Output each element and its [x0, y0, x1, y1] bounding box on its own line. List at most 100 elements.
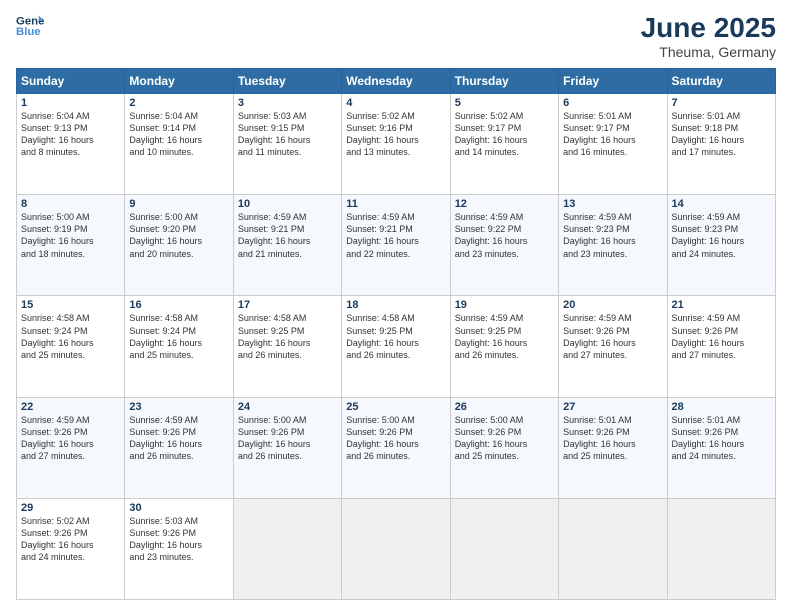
day-number: 8 — [21, 198, 120, 210]
table-row: 28Sunrise: 5:01 AM Sunset: 9:26 PM Dayli… — [667, 397, 775, 498]
table-row: 23Sunrise: 4:59 AM Sunset: 9:26 PM Dayli… — [125, 397, 233, 498]
table-row: 5Sunrise: 5:02 AM Sunset: 9:17 PM Daylig… — [450, 94, 558, 195]
day-number: 23 — [129, 401, 228, 413]
day-info: Sunrise: 4:59 AM Sunset: 9:26 PM Dayligh… — [129, 414, 228, 463]
table-row — [342, 498, 450, 599]
day-number: 1 — [21, 97, 120, 109]
table-row: 13Sunrise: 4:59 AM Sunset: 9:23 PM Dayli… — [559, 195, 667, 296]
table-row: 29Sunrise: 5:02 AM Sunset: 9:26 PM Dayli… — [17, 498, 125, 599]
table-row: 10Sunrise: 4:59 AM Sunset: 9:21 PM Dayli… — [233, 195, 341, 296]
day-info: Sunrise: 5:00 AM Sunset: 9:19 PM Dayligh… — [21, 211, 120, 260]
page: General Blue June 2025 Theuma, Germany S… — [0, 0, 792, 612]
title-block: June 2025 Theuma, Germany — [641, 12, 776, 60]
day-info: Sunrise: 5:02 AM Sunset: 9:17 PM Dayligh… — [455, 110, 554, 159]
logo: General Blue — [16, 12, 44, 40]
day-number: 13 — [563, 198, 662, 210]
day-info: Sunrise: 4:59 AM Sunset: 9:21 PM Dayligh… — [346, 211, 445, 260]
header-thursday: Thursday — [450, 69, 558, 94]
table-row — [450, 498, 558, 599]
calendar-week-5: 29Sunrise: 5:02 AM Sunset: 9:26 PM Dayli… — [17, 498, 776, 599]
day-number: 20 — [563, 299, 662, 311]
day-number: 25 — [346, 401, 445, 413]
day-info: Sunrise: 5:00 AM Sunset: 9:26 PM Dayligh… — [238, 414, 337, 463]
day-number: 30 — [129, 502, 228, 514]
day-number: 14 — [672, 198, 771, 210]
day-info: Sunrise: 4:58 AM Sunset: 9:25 PM Dayligh… — [346, 312, 445, 361]
table-row: 1Sunrise: 5:04 AM Sunset: 9:13 PM Daylig… — [17, 94, 125, 195]
header-saturday: Saturday — [667, 69, 775, 94]
day-number: 2 — [129, 97, 228, 109]
day-number: 5 — [455, 97, 554, 109]
table-row: 3Sunrise: 5:03 AM Sunset: 9:15 PM Daylig… — [233, 94, 341, 195]
table-row: 27Sunrise: 5:01 AM Sunset: 9:26 PM Dayli… — [559, 397, 667, 498]
day-info: Sunrise: 5:01 AM Sunset: 9:17 PM Dayligh… — [563, 110, 662, 159]
day-number: 9 — [129, 198, 228, 210]
calendar-week-2: 8Sunrise: 5:00 AM Sunset: 9:19 PM Daylig… — [17, 195, 776, 296]
table-row — [667, 498, 775, 599]
logo-icon: General Blue — [16, 12, 44, 40]
day-info: Sunrise: 5:01 AM Sunset: 9:26 PM Dayligh… — [563, 414, 662, 463]
day-info: Sunrise: 4:59 AM Sunset: 9:26 PM Dayligh… — [672, 312, 771, 361]
table-row: 2Sunrise: 5:04 AM Sunset: 9:14 PM Daylig… — [125, 94, 233, 195]
day-info: Sunrise: 5:04 AM Sunset: 9:13 PM Dayligh… — [21, 110, 120, 159]
day-info: Sunrise: 5:03 AM Sunset: 9:26 PM Dayligh… — [129, 515, 228, 564]
day-number: 17 — [238, 299, 337, 311]
table-row: 9Sunrise: 5:00 AM Sunset: 9:20 PM Daylig… — [125, 195, 233, 296]
day-info: Sunrise: 4:59 AM Sunset: 9:23 PM Dayligh… — [563, 211, 662, 260]
month-title: June 2025 — [641, 12, 776, 44]
table-row — [233, 498, 341, 599]
table-row: 26Sunrise: 5:00 AM Sunset: 9:26 PM Dayli… — [450, 397, 558, 498]
table-row — [559, 498, 667, 599]
table-row: 18Sunrise: 4:58 AM Sunset: 9:25 PM Dayli… — [342, 296, 450, 397]
day-number: 29 — [21, 502, 120, 514]
table-row: 25Sunrise: 5:00 AM Sunset: 9:26 PM Dayli… — [342, 397, 450, 498]
day-number: 18 — [346, 299, 445, 311]
day-info: Sunrise: 5:04 AM Sunset: 9:14 PM Dayligh… — [129, 110, 228, 159]
table-row: 20Sunrise: 4:59 AM Sunset: 9:26 PM Dayli… — [559, 296, 667, 397]
calendar-week-4: 22 Sunrise: 4:59 AM Sunset: 9:26 PM Dayli… — [17, 397, 776, 498]
day-number: 10 — [238, 198, 337, 210]
day-info: Sunrise: 5:01 AM Sunset: 9:18 PM Dayligh… — [672, 110, 771, 159]
header-tuesday: Tuesday — [233, 69, 341, 94]
table-row: 17Sunrise: 4:58 AM Sunset: 9:25 PM Dayli… — [233, 296, 341, 397]
table-row: 30Sunrise: 5:03 AM Sunset: 9:26 PM Dayli… — [125, 498, 233, 599]
day-info: Sunrise: 5:03 AM Sunset: 9:15 PM Dayligh… — [238, 110, 337, 159]
day-number: 3 — [238, 97, 337, 109]
table-row: 14Sunrise: 4:59 AM Sunset: 9:23 PM Dayli… — [667, 195, 775, 296]
table-row: 22Sunrise: 4:59 AM Sunset: 9:26 PM Dayli… — [17, 397, 125, 498]
day-number: 4 — [346, 97, 445, 109]
day-info: Sunrise: 5:02 AM Sunset: 9:16 PM Dayligh… — [346, 110, 445, 159]
svg-text:Blue: Blue — [16, 26, 41, 38]
header-wednesday: Wednesday — [342, 69, 450, 94]
table-row: 21Sunrise: 4:59 AM Sunset: 9:26 PM Dayli… — [667, 296, 775, 397]
table-row: 15Sunrise: 4:58 AM Sunset: 9:24 PM Dayli… — [17, 296, 125, 397]
day-number: 26 — [455, 401, 554, 413]
header-friday: Friday — [559, 69, 667, 94]
day-number: 19 — [455, 299, 554, 311]
calendar-week-1: 1Sunrise: 5:04 AM Sunset: 9:13 PM Daylig… — [17, 94, 776, 195]
table-row: 24Sunrise: 5:00 AM Sunset: 9:26 PM Dayli… — [233, 397, 341, 498]
day-info: Sunrise: 5:00 AM Sunset: 9:20 PM Dayligh… — [129, 211, 228, 260]
day-info: Sunrise: 5:02 AM Sunset: 9:26 PM Dayligh… — [21, 515, 120, 564]
day-info: Sunrise: 4:59 AM Sunset: 9:22 PM Dayligh… — [455, 211, 554, 260]
header: General Blue June 2025 Theuma, Germany — [16, 12, 776, 60]
day-number: 28 — [672, 401, 771, 413]
day-number: 11 — [346, 198, 445, 210]
day-info: Sunrise: 5:00 AM Sunset: 9:26 PM Dayligh… — [455, 414, 554, 463]
day-info: Sunrise: 5:01 AM Sunset: 9:26 PM Dayligh… — [672, 414, 771, 463]
table-row: 12Sunrise: 4:59 AM Sunset: 9:22 PM Dayli… — [450, 195, 558, 296]
header-sunday: Sunday — [17, 69, 125, 94]
day-info: Sunrise: 4:59 AM Sunset: 9:26 PM Dayligh… — [563, 312, 662, 361]
day-number: 22 — [21, 401, 120, 413]
day-info: Sunrise: 4:58 AM Sunset: 9:24 PM Dayligh… — [129, 312, 228, 361]
day-number: 24 — [238, 401, 337, 413]
day-info: Sunrise: 4:58 AM Sunset: 9:25 PM Dayligh… — [238, 312, 337, 361]
table-row: 11Sunrise: 4:59 AM Sunset: 9:21 PM Dayli… — [342, 195, 450, 296]
day-number: 6 — [563, 97, 662, 109]
day-number: 7 — [672, 97, 771, 109]
day-number: 12 — [455, 198, 554, 210]
table-row: 6Sunrise: 5:01 AM Sunset: 9:17 PM Daylig… — [559, 94, 667, 195]
day-info: Sunrise: 4:58 AM Sunset: 9:24 PM Dayligh… — [21, 312, 120, 361]
calendar-week-3: 15Sunrise: 4:58 AM Sunset: 9:24 PM Dayli… — [17, 296, 776, 397]
calendar-header-row: Sunday Monday Tuesday Wednesday Thursday… — [17, 69, 776, 94]
